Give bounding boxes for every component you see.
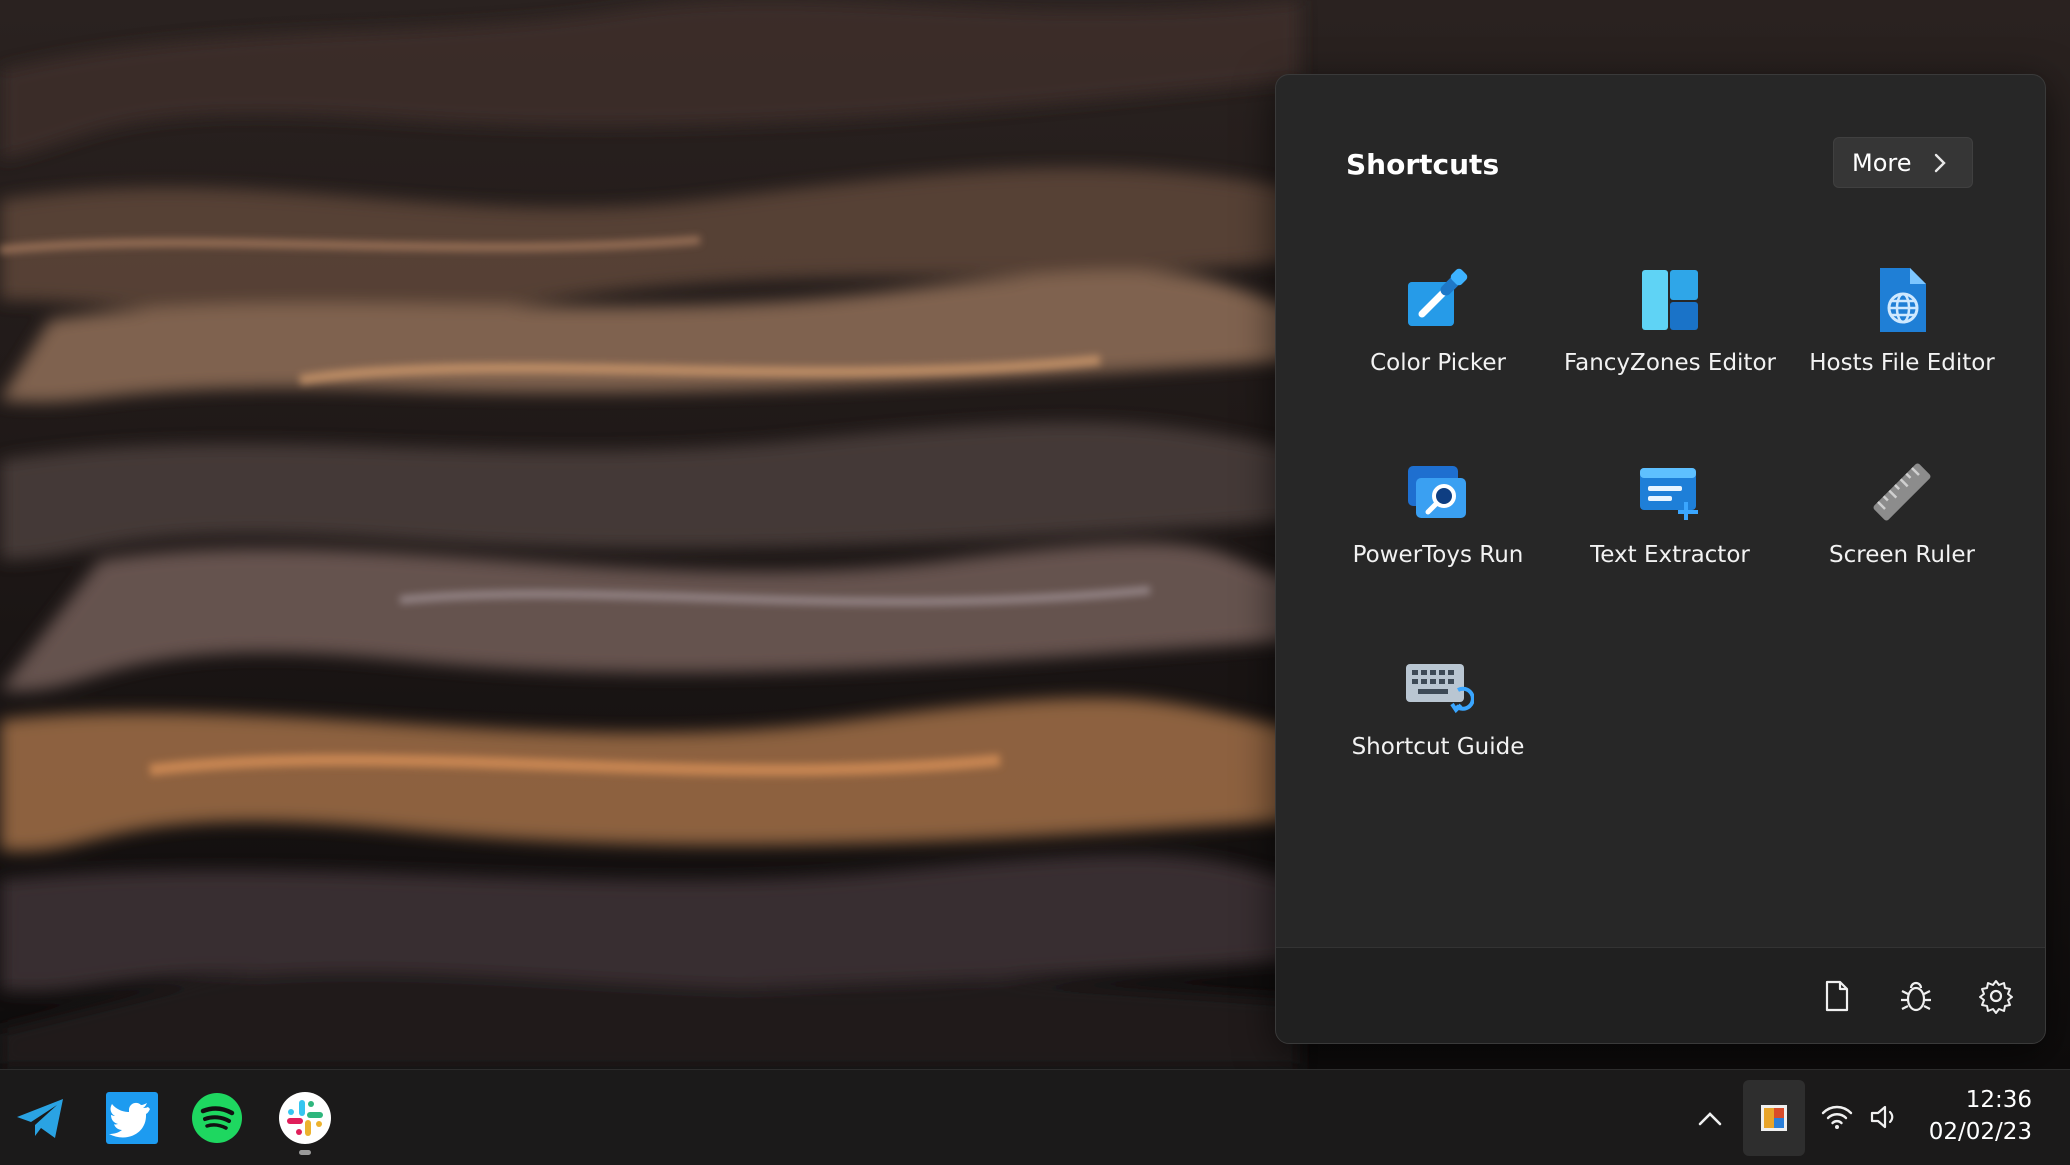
wifi-icon[interactable] — [1820, 1102, 1854, 1132]
hosts-file-icon — [1880, 268, 1926, 332]
tile-label: FancyZones Editor — [1564, 350, 1776, 376]
twitter-icon[interactable] — [104, 1090, 160, 1146]
powertoys-run-icon — [1408, 466, 1466, 518]
tile-text-extractor[interactable]: Text Extractor — [1554, 442, 1786, 612]
tile-label: Screen Ruler — [1829, 542, 1975, 568]
gear-icon[interactable] — [1974, 974, 2018, 1018]
tile-fancyzones-editor[interactable]: FancyZones Editor — [1554, 250, 1786, 420]
fancyzones-icon — [1642, 270, 1698, 330]
clock[interactable]: 12:36 02/02/23 — [1929, 1084, 2032, 1148]
tile-color-picker[interactable]: Color Picker — [1322, 250, 1554, 420]
tile-screen-ruler[interactable]: Screen Ruler — [1786, 442, 2018, 612]
more-button-label: More — [1852, 148, 1912, 177]
text-extractor-icon — [1640, 468, 1698, 520]
ruler-icon — [1873, 463, 1931, 521]
keyboard-icon — [1406, 664, 1474, 714]
more-button[interactable]: More — [1833, 137, 1973, 188]
clock-date: 02/02/23 — [1928, 1119, 2032, 1145]
powertoys-tray-button[interactable] — [1743, 1080, 1805, 1156]
tile-label: Shortcut Guide — [1351, 734, 1525, 760]
powertoys-tray-icon — [1761, 1105, 1787, 1131]
tile-label: Text Extractor — [1590, 542, 1750, 568]
tile-shortcut-guide[interactable]: Shortcut Guide — [1322, 634, 1554, 804]
tile-label: Hosts File Editor — [1809, 350, 1995, 376]
tile-label: PowerToys Run — [1352, 542, 1524, 568]
slack-icon[interactable] — [277, 1090, 333, 1146]
flyout-footer — [1276, 947, 2045, 1043]
chevron-right-icon — [1934, 153, 1946, 173]
taskbar: 12:36 02/02/23 — [0, 1069, 2070, 1165]
tile-label: Color Picker — [1370, 350, 1506, 376]
active-app-indicator — [299, 1150, 311, 1155]
color-picker-icon — [1408, 268, 1468, 326]
powertoys-flyout: Shortcuts More Color Picker FancyZones E… — [1275, 74, 2046, 1044]
tile-hosts-file-editor[interactable]: Hosts File Editor — [1786, 250, 2018, 420]
tile-powertoys-run[interactable]: PowerToys Run — [1322, 442, 1554, 612]
telegram-icon[interactable] — [13, 1090, 69, 1146]
bug-icon[interactable] — [1894, 974, 1938, 1018]
spotify-icon[interactable] — [189, 1090, 245, 1146]
flyout-title: Shortcuts — [1346, 148, 1500, 181]
chevron-up-icon[interactable] — [1692, 1106, 1728, 1130]
document-icon[interactable] — [1814, 974, 1858, 1018]
volume-icon[interactable] — [1868, 1102, 1902, 1132]
clock-time: 12:36 — [1965, 1087, 2032, 1113]
